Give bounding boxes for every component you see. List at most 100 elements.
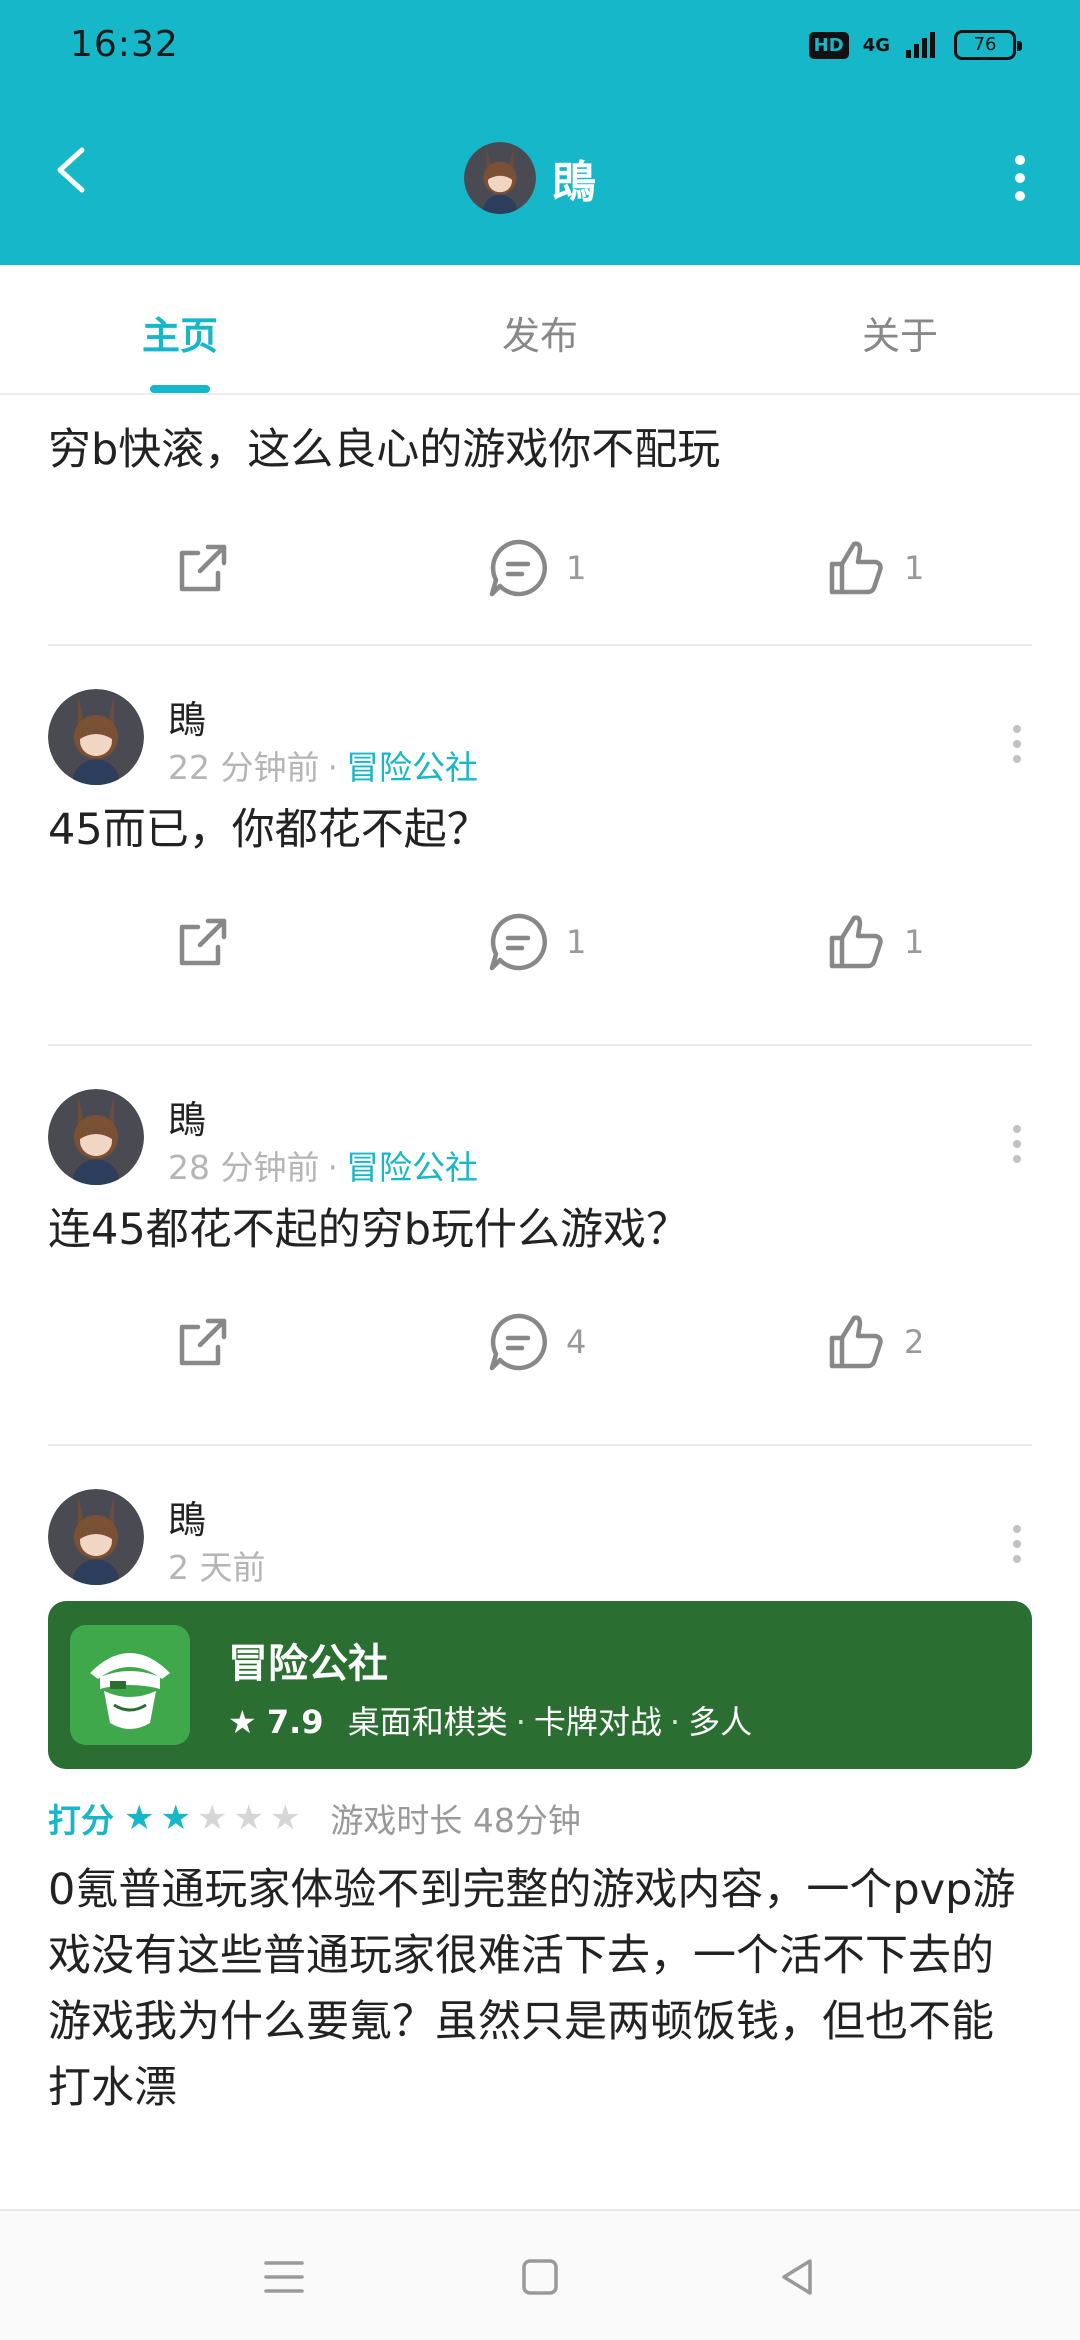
post-header: 鵖 22 分钟前 · 冒险公社: [48, 689, 1032, 789]
game-info: ★ 7.9 桌面和棋类 · 卡牌对战 · 多人: [228, 1703, 753, 1741]
post-actions: 1 1: [48, 523, 1032, 613]
more-vertical-icon[interactable]: [1002, 1119, 1032, 1169]
back-arrow-icon[interactable]: [44, 140, 104, 200]
tab-home[interactable]: 主页: [0, 265, 360, 393]
comment-count: 1: [566, 549, 587, 587]
comment-count: 1: [566, 923, 587, 961]
comment-button[interactable]: 1: [486, 523, 586, 613]
post-time: 2 天前: [168, 1548, 266, 1587]
star-icon: ★: [124, 1798, 155, 1838]
star-icon: ★: [196, 1798, 228, 1838]
divider: [48, 644, 1032, 646]
home-icon[interactable]: [512, 2249, 568, 2305]
tab-label: 发布: [501, 314, 578, 358]
post-meta: 22 分钟前 · 冒险公社: [168, 748, 478, 787]
like-icon: [829, 541, 883, 595]
header-profile[interactable]: 鵖: [464, 142, 596, 214]
share-icon: [179, 1318, 227, 1366]
more-vertical-icon[interactable]: [1002, 719, 1032, 769]
comment-icon: [489, 539, 547, 597]
username[interactable]: 鵖: [168, 689, 206, 744]
like-button[interactable]: 2: [824, 1297, 924, 1387]
post-time: 22 分钟前: [168, 748, 320, 787]
app-header: 鵖: [0, 90, 1080, 265]
post-header: 鵖 2 天前: [48, 1489, 1032, 1589]
post-item[interactable]: 鵖 28 分钟前 · 冒险公社 连45都花不起的穷b玩什么游戏？ 4 2: [48, 1089, 1032, 1387]
share-icon: [179, 918, 227, 966]
post-actions: 4 2: [48, 1297, 1032, 1387]
tab-indicator: [150, 385, 210, 393]
post-meta: 28 分钟前 · 冒险公社: [168, 1148, 478, 1187]
share-button[interactable]: [172, 897, 234, 987]
game-name: 冒险公社: [228, 1641, 388, 1687]
game-link[interactable]: 冒险公社: [346, 1148, 478, 1187]
tab-posts[interactable]: 发布: [360, 265, 720, 393]
game-score: 7.9: [266, 1703, 324, 1741]
comment-button[interactable]: 4: [486, 1297, 586, 1387]
post-meta: 2 天前: [168, 1541, 266, 1589]
tab-label: 关于: [861, 314, 938, 358]
post-item[interactable]: 鵖 2 天前 冒险公社 ★ 7.9 桌面和棋类 · 卡牌对战 · 多人 打分 ★…: [48, 1489, 1032, 2121]
avatar[interactable]: [48, 1489, 144, 1585]
network-label: 4G: [862, 34, 890, 56]
post-text: 45而已，你都花不起？: [48, 805, 490, 855]
star-icon: ★: [233, 1798, 264, 1838]
back-triangle-icon[interactable]: [770, 2249, 826, 2305]
tab-about[interactable]: 关于: [720, 265, 1080, 393]
playtime: 游戏时长 48分钟: [330, 1801, 581, 1840]
star-icon: ★: [160, 1798, 191, 1838]
game-card[interactable]: 冒险公社 ★ 7.9 桌面和棋类 · 卡牌对战 · 多人: [48, 1601, 1032, 1769]
like-count: 2: [904, 1323, 925, 1361]
avatar[interactable]: [48, 1089, 144, 1185]
star-icon: ★: [269, 1798, 301, 1838]
avatar: [464, 142, 536, 214]
system-nav-bar: [0, 2209, 1080, 2340]
like-count: 1: [904, 923, 925, 961]
divider: [48, 1044, 1032, 1046]
post-text: 连45都花不起的穷b玩什么游戏？: [48, 1205, 690, 1255]
game-link[interactable]: 冒险公社: [346, 748, 478, 787]
game-tag: 桌面和棋类: [347, 1703, 508, 1741]
post-actions: 1 1: [48, 897, 1032, 987]
menu-icon[interactable]: [256, 2249, 312, 2305]
post-item[interactable]: 鵖 22 分钟前 · 冒险公社 45而已，你都花不起？ 1 1: [48, 689, 1032, 987]
status-time: 16:32: [70, 24, 179, 65]
post-item[interactable]: 穷b快滚，这么良心的游戏你不配玩 1 1: [48, 419, 1032, 613]
signal-icon: [906, 32, 935, 58]
divider: [48, 1444, 1032, 1446]
like-button[interactable]: 1: [824, 523, 924, 613]
avatar[interactable]: [48, 689, 144, 785]
feed[interactable]: 穷b快滚，这么良心的游戏你不配玩 1 1 鵖 22 分钟前 · 冒险公社 45而…: [0, 397, 1080, 2209]
header-title: 鵖: [552, 157, 596, 208]
username[interactable]: 鵖: [168, 1489, 206, 1544]
like-button[interactable]: 1: [824, 897, 924, 987]
username[interactable]: 鵖: [168, 1089, 206, 1144]
battery-indicator: 76: [954, 30, 1022, 60]
post-text: 穷b快滚，这么良心的游戏你不配玩: [48, 425, 721, 475]
like-count: 1: [904, 549, 925, 587]
more-vertical-icon[interactable]: [1002, 1519, 1032, 1569]
share-icon: [179, 544, 227, 592]
comment-icon: [489, 1313, 547, 1371]
tab-label: 主页: [141, 314, 218, 358]
post-header: 鵖 28 分钟前 · 冒险公社: [48, 1089, 1032, 1189]
review-text: 0氪普通玩家体验不到完整的游戏内容，一个pvp游戏没有这些普通玩家很难活下去，一…: [48, 1865, 1016, 2113]
share-button[interactable]: [172, 1297, 234, 1387]
tab-bar: 主页 发布 关于: [0, 265, 1080, 395]
game-tag: 多人: [688, 1703, 753, 1741]
comment-button[interactable]: 1: [486, 897, 586, 987]
like-icon: [829, 915, 883, 969]
game-tag: 卡牌对战: [533, 1703, 662, 1741]
status-icons: HD 4G 76: [808, 30, 1022, 60]
share-button[interactable]: [172, 523, 234, 613]
comment-icon: [489, 913, 547, 971]
post-time: 28 分钟前: [168, 1148, 320, 1187]
game-icon: [70, 1625, 190, 1745]
status-bar: 16:32 HD 4G 76: [0, 0, 1080, 90]
like-icon: [829, 1315, 883, 1369]
comment-count: 4: [566, 1323, 587, 1361]
more-vertical-icon[interactable]: [1000, 148, 1040, 208]
star-icon: ★: [228, 1703, 257, 1741]
rating-row: 打分 ★ ★ ★ ★ ★ 游戏时长 48分钟: [48, 1793, 1032, 1843]
hd-badge: HD: [808, 31, 849, 59]
